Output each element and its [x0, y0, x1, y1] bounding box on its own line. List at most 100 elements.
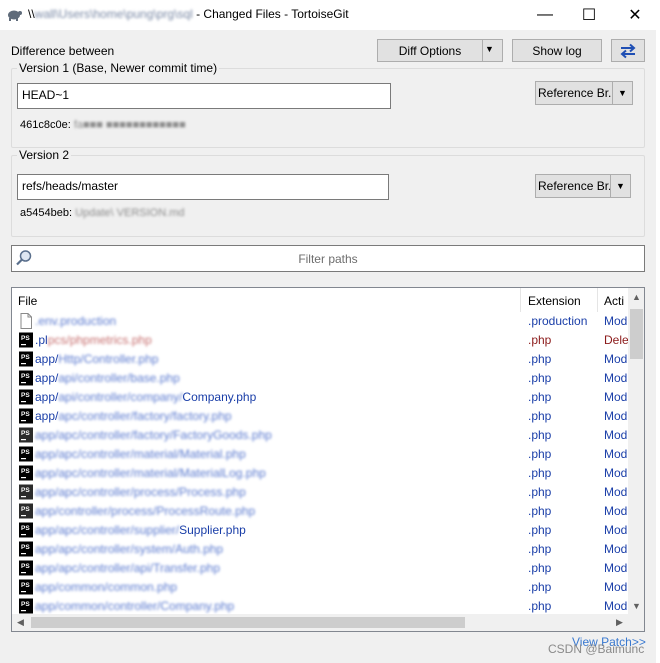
diff-options-button[interactable]: Diff Options ▼	[377, 39, 503, 62]
version1-title: Version 1 (Base, Newer commit time)	[17, 61, 220, 75]
file-path-prefix: .pl	[35, 333, 48, 347]
window-title: \\wall\Users\home\pung\prg\sql - Changed…	[28, 7, 349, 21]
file-action: Mod	[604, 561, 628, 575]
horizontal-scroll-thumb[interactable]	[31, 617, 465, 628]
file-row[interactable]: PS app/apc/controller/material/Material.p…	[12, 445, 628, 464]
file-path-redacted: app/apc/controller/system/Auth.php	[35, 542, 224, 556]
phpstorm-file-icon: PS	[19, 370, 33, 386]
file-row[interactable]: PS app/api/controller/base.php .php Mod	[12, 369, 628, 388]
dialog-body: Difference between Diff Options ▼ Show l…	[0, 30, 656, 663]
file-extension: .php	[528, 466, 552, 480]
file-path: app/apc/controller/system/Auth.php	[35, 542, 223, 556]
split-divider	[482, 40, 483, 61]
changed-files-list[interactable]: File Extension Acti .env.production .prod…	[11, 287, 645, 632]
file-extension: .php	[528, 599, 552, 613]
svg-text:PS: PS	[21, 373, 30, 380]
chevron-down-icon[interactable]: ▼	[612, 82, 632, 104]
swap-versions-button[interactable]	[611, 39, 645, 62]
filter-paths-input[interactable]: Filter paths	[11, 245, 645, 272]
version2-input[interactable]: refs/heads/master	[17, 174, 389, 200]
title-prefix: \\	[28, 7, 35, 21]
file-row[interactable]: PS app/apc/controller/factory/factory.php…	[12, 407, 628, 426]
column-file[interactable]: File	[12, 288, 521, 312]
svg-text:PS: PS	[21, 468, 30, 475]
file-extension: .php	[528, 428, 552, 442]
svg-text:PS: PS	[21, 601, 30, 608]
version1-input[interactable]: HEAD~1	[17, 83, 391, 109]
filter-placeholder: Filter paths	[298, 252, 358, 266]
close-button[interactable]: ✕	[612, 0, 658, 30]
list-header: File Extension Acti	[12, 288, 628, 312]
file-path-redacted: .env.production	[35, 314, 117, 328]
show-log-button[interactable]: Show log	[512, 39, 602, 62]
minimize-button[interactable]: —	[522, 0, 568, 30]
file-path-redacted: app/apc/controller/material/MaterialLog.…	[35, 466, 266, 480]
swap-arrows-icon	[620, 43, 636, 58]
file-row[interactable]: PS .plpcs/phpmetrics.php .php Dele	[12, 331, 628, 350]
file-row[interactable]: PS app/apc/controller/api/Transfer.php .ph…	[12, 559, 628, 578]
scroll-right-icon[interactable]: ▶	[611, 614, 628, 631]
column-extension[interactable]: Extension	[522, 288, 598, 312]
file-path: app/apc/controller/supplier/Supplier.php	[35, 523, 246, 537]
chevron-down-icon[interactable]: ▼	[485, 44, 494, 54]
file-path-redacted: app/apc/controller/material/Material.php	[35, 447, 246, 461]
show-log-label: Show log	[532, 43, 582, 58]
file-path: app/api/controller/company/Company.php	[35, 390, 256, 404]
file-row[interactable]: .env.production .production Mod	[12, 312, 628, 331]
file-path-prefix: app/	[35, 371, 59, 385]
file-extension: .php	[528, 542, 552, 556]
file-action: Mod	[604, 485, 628, 499]
file-path: .plpcs/phpmetrics.php	[35, 333, 152, 347]
vertical-scroll-thumb[interactable]	[630, 309, 643, 359]
file-row[interactable]: PS app/Http/Controller.php .php Mod	[12, 350, 628, 369]
svg-text:PS: PS	[21, 449, 30, 456]
phpstorm-file-icon: PS	[19, 389, 33, 405]
file-row[interactable]: PS app/apc/controller/material/MaterialLo…	[12, 464, 628, 483]
svg-text:PS: PS	[21, 506, 30, 513]
file-row[interactable]: PS app/common/common.php .php Mod	[12, 578, 628, 597]
file-extension: .php	[528, 371, 552, 385]
file-action: Mod	[604, 504, 628, 518]
version2-reference-button[interactable]: Reference Br... ▼	[535, 174, 631, 198]
file-path-prefix: app/	[35, 409, 59, 423]
column-action[interactable]: Acti	[598, 288, 628, 312]
blank-file-icon	[20, 313, 32, 329]
title-path: wall\Users\home\pung\prg\sql	[34, 7, 193, 21]
svg-text:PS: PS	[21, 544, 30, 551]
file-path-redacted: app/apc/controller/api/Transfer.php	[35, 561, 220, 575]
svg-text:PS: PS	[21, 582, 30, 589]
chevron-down-icon[interactable]: ▼	[610, 175, 630, 197]
version2-commit-info: a5454beb: Update\ VERSION.md	[20, 207, 185, 219]
file-row[interactable]: PS app/controller/process/ProcessRoute.ph…	[12, 502, 628, 521]
file-path-redacted: app/common/common.php	[35, 580, 178, 594]
vertical-scrollbar[interactable]: ▲ ▼	[628, 288, 644, 614]
file-row[interactable]: PS app/apc/controller/process/Process.php…	[12, 483, 628, 502]
file-path: app/Http/Controller.php	[35, 352, 158, 366]
scroll-left-icon[interactable]: ◀	[12, 614, 29, 631]
version2-hash: a5454beb:	[20, 207, 76, 219]
file-row[interactable]: PS app/api/controller/company/Company.php…	[12, 388, 628, 407]
maximize-button[interactable]: ☐	[566, 0, 612, 30]
version2-title: Version 2	[17, 148, 72, 162]
file-action: Mod	[604, 390, 628, 404]
file-row[interactable]: PS app/apc/controller/factory/FactoryGood…	[12, 426, 628, 445]
phpstorm-dark-icon: PS	[19, 427, 33, 443]
version2-reference-label: Reference Br...	[538, 179, 610, 193]
svg-text:PS: PS	[21, 411, 30, 418]
file-row[interactable]: PS app/apc/controller/system/Auth.php .php…	[12, 540, 628, 559]
scroll-down-icon[interactable]: ▼	[628, 597, 644, 614]
file-path-redacted: app/controller/process/ProcessRoute.php	[35, 504, 256, 518]
phpstorm-file-icon: PS	[19, 351, 33, 367]
scroll-up-icon[interactable]: ▲	[628, 288, 644, 305]
file-action: Mod	[604, 599, 628, 613]
file-extension: .php	[528, 561, 552, 575]
file-extension: .php	[528, 523, 552, 537]
version1-reference-button[interactable]: Reference Br... ▼	[535, 81, 633, 105]
file-extension: .php	[528, 504, 552, 518]
file-extension: .php	[528, 485, 552, 499]
phpstorm-file-icon: PS	[19, 465, 33, 481]
file-path-redacted: Http/Controller.php	[58, 352, 159, 366]
svg-text:PS: PS	[21, 563, 30, 570]
horizontal-scrollbar[interactable]: ◀ ▶	[12, 614, 628, 631]
file-row[interactable]: PS app/apc/controller/supplier/Supplier.p…	[12, 521, 628, 540]
